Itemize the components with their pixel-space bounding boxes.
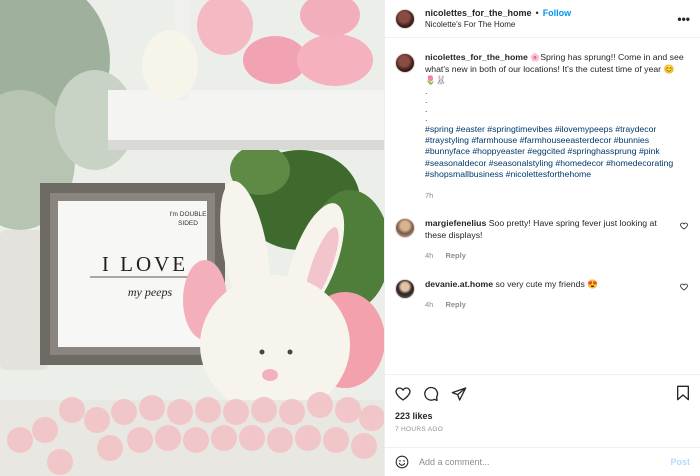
- more-options-icon[interactable]: •••: [677, 12, 690, 26]
- caption-hashtags[interactable]: #spring #easter #springtimevibes #ilovem…: [425, 124, 690, 181]
- post-side-panel: nicolettes_for_the_home • Follow Nicolet…: [384, 0, 700, 476]
- caption-avatar[interactable]: [395, 53, 415, 73]
- caption-dot-4: .: [425, 112, 428, 123]
- author-avatar[interactable]: [395, 8, 415, 29]
- commenter-username[interactable]: devanie.at.home: [425, 279, 493, 289]
- caption-dot-1: .: [425, 85, 428, 96]
- reply-button[interactable]: Reply: [445, 251, 465, 260]
- sign-sub-text: my peeps: [127, 285, 173, 299]
- sign-small-text: I'm DOUBLE SIDED: [169, 211, 207, 227]
- instagram-post: I'm DOUBLE SIDED I LOVE my peeps nicolet…: [0, 0, 700, 476]
- like-heart-icon[interactable]: [395, 386, 411, 402]
- comment-age[interactable]: 4h: [425, 300, 433, 309]
- author-info: nicolettes_for_the_home • Follow Nicolet…: [425, 8, 571, 29]
- caption-dot-2: .: [425, 94, 428, 105]
- reply-button[interactable]: Reply: [445, 300, 465, 309]
- header-separator: •: [535, 8, 539, 18]
- commenter-username[interactable]: margiefenelius: [425, 218, 486, 228]
- comments-section[interactable]: nicolettes_for_the_home 🌸Spring has spru…: [385, 38, 700, 374]
- add-comment-bar: Post: [385, 447, 700, 476]
- caption-body: nicolettes_for_the_home 🌸Spring has spru…: [425, 52, 690, 201]
- commenter-avatar[interactable]: [395, 218, 415, 239]
- photo-illustration: [0, 0, 384, 476]
- action-icons: [395, 383, 690, 405]
- post-actions: 223 likes 7 HOURS AGO: [385, 374, 700, 447]
- comment-item: devanie.at.home so very cute my friends …: [395, 278, 690, 311]
- post-comment-button[interactable]: Post: [670, 457, 690, 467]
- comment-input[interactable]: [419, 457, 639, 467]
- post-header: nicolettes_for_the_home • Follow Nicolet…: [385, 0, 700, 38]
- emoji-smiley-icon[interactable]: [395, 455, 409, 469]
- comment-body: devanie.at.home so very cute my friends …: [425, 279, 690, 311]
- comment-body: margiefenelius Soo pretty! Have spring f…: [425, 218, 690, 262]
- post-location[interactable]: Nicolette's For The Home: [425, 20, 571, 29]
- flower-emoji: 🌸: [530, 53, 541, 62]
- caption-age[interactable]: 7h: [425, 190, 690, 202]
- comment-like-heart-icon[interactable]: [680, 222, 688, 230]
- caption: nicolettes_for_the_home 🌸Spring has spru…: [395, 52, 690, 201]
- post-timestamp[interactable]: 7 HOURS AGO: [395, 426, 690, 433]
- caption-username[interactable]: nicolettes_for_the_home: [425, 52, 528, 62]
- author-username[interactable]: nicolettes_for_the_home: [425, 8, 532, 18]
- follow-button[interactable]: Follow: [543, 8, 572, 18]
- caption-dot-3: .: [425, 103, 428, 114]
- commenter-avatar[interactable]: [395, 278, 415, 299]
- caption-emoji-line: 🌷🐰: [425, 75, 447, 85]
- comment-item: margiefenelius Soo pretty! Have spring f…: [395, 218, 690, 262]
- comment-like-heart-icon[interactable]: [680, 283, 688, 291]
- comment-meta: 4h Reply: [425, 250, 674, 262]
- save-bookmark-icon[interactable]: [676, 385, 690, 401]
- share-paper-plane-icon[interactable]: [451, 386, 467, 402]
- comment-age[interactable]: 4h: [425, 251, 433, 260]
- like-count[interactable]: 223 likes: [395, 411, 690, 421]
- post-photo[interactable]: I'm DOUBLE SIDED I LOVE my peeps: [0, 0, 384, 476]
- sign-big-text: I LOVE: [101, 252, 189, 276]
- comment-bubble-icon[interactable]: [423, 386, 439, 402]
- comment-meta: 4h Reply: [425, 299, 674, 311]
- comment-text: so very cute my friends 😍: [495, 278, 599, 289]
